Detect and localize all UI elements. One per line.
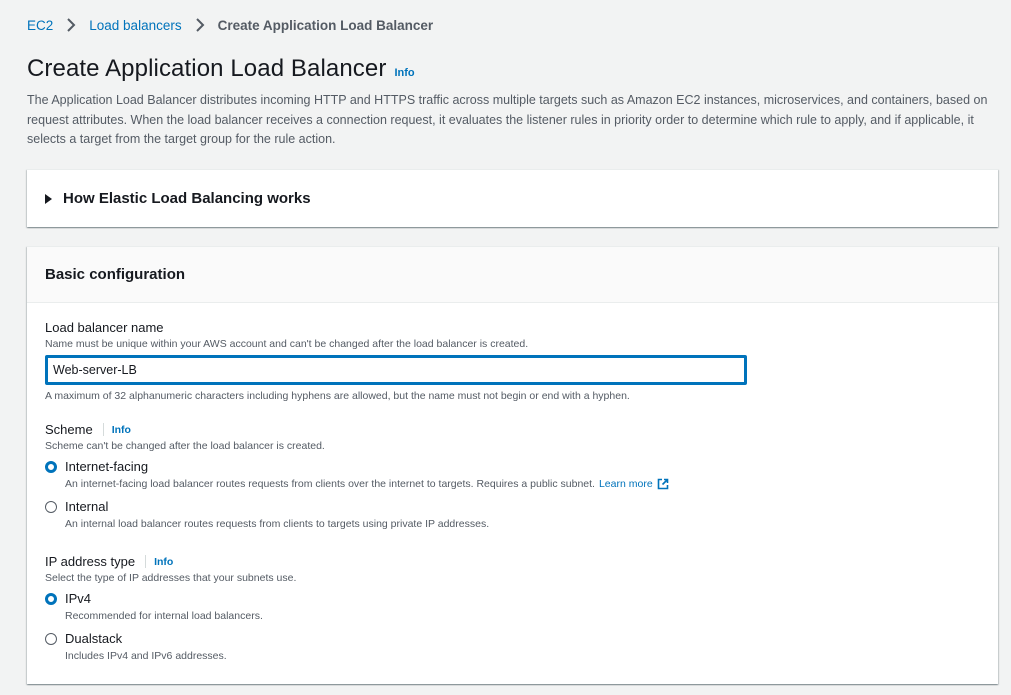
lb-name-input[interactable]	[45, 355, 747, 385]
scheme-description: Scheme can't be changed after the load b…	[45, 440, 325, 452]
lb-name-constraint: A maximum of 32 alphanumeric characters …	[45, 390, 630, 402]
divider	[145, 555, 147, 568]
lb-name-label: Load balancer name	[45, 320, 164, 335]
chevron-right-icon	[190, 17, 210, 33]
learn-more-link[interactable]: Learn more	[599, 478, 669, 490]
ip-address-type-field: IP address type Info Select the type of …	[45, 554, 296, 662]
how-it-works-title: How Elastic Load Balancing works	[63, 190, 311, 207]
internet-facing-description: An internet-facing load balancer routes …	[65, 478, 669, 490]
caret-right-icon	[45, 193, 52, 204]
page-header: Create Application Load Balancer Info	[27, 55, 415, 83]
how-it-works-toggle[interactable]: How Elastic Load Balancing works	[27, 170, 998, 227]
ip-type-label-row: IP address type Info	[45, 554, 296, 569]
dualstack-description: Includes IPv4 and IPv6 addresses.	[65, 650, 227, 662]
internet-facing-desc-text: An internet-facing load balancer routes …	[65, 478, 595, 490]
breadcrumb-current: Create Application Load Balancer	[217, 17, 434, 33]
ipv4-description: Recommended for internal load balancers.	[65, 610, 263, 622]
basic-configuration-header: Basic configuration	[27, 247, 998, 303]
page-title: Create Application Load Balancer	[27, 55, 387, 82]
radio-internal[interactable]	[45, 501, 57, 513]
ip-type-description: Select the type of IP addresses that you…	[45, 572, 297, 584]
breadcrumb-ec2[interactable]: EC2	[27, 18, 53, 33]
external-link-icon	[657, 478, 669, 490]
scheme-option-internal[interactable]: Internal An internal load balancer route…	[45, 499, 669, 530]
scheme-field: Scheme Info Scheme can't be changed afte…	[45, 422, 669, 530]
scheme-info-link[interactable]: Info	[112, 424, 131, 436]
learn-more-label: Learn more	[598, 478, 653, 490]
internal-label: Internal	[65, 499, 109, 514]
ipv4-label: IPv4	[65, 591, 92, 606]
scheme-label-row: Scheme Info	[45, 422, 669, 437]
dualstack-label: Dualstack	[65, 631, 123, 646]
how-it-works-panel: How Elastic Load Balancing works	[27, 169, 998, 227]
ip-type-option-dualstack[interactable]: Dualstack Includes IPv4 and IPv6 address…	[45, 631, 296, 662]
divider	[102, 423, 104, 436]
breadcrumb: EC2 Load balancers Create Application Lo…	[27, 17, 433, 33]
scheme-option-internet-facing[interactable]: Internet-facing An internet-facing load …	[45, 459, 669, 490]
title-info-link[interactable]: Info	[394, 67, 414, 79]
internet-facing-label: Internet-facing	[65, 459, 149, 474]
scheme-label: Scheme	[45, 422, 93, 437]
ip-type-label: IP address type	[45, 554, 136, 569]
basic-configuration-title: Basic configuration	[45, 266, 186, 283]
lb-name-description: Name must be unique within your AWS acco…	[45, 338, 529, 350]
radio-dualstack[interactable]	[45, 633, 57, 645]
lb-name-field: Load balancer name Name must be unique w…	[45, 320, 747, 402]
radio-ipv4[interactable]	[45, 593, 57, 605]
basic-configuration-panel: Basic configuration Load balancer name N…	[27, 246, 998, 684]
radio-internet-facing[interactable]	[45, 461, 57, 473]
breadcrumb-load-balancers[interactable]: Load balancers	[89, 18, 181, 33]
internal-description: An internal load balancer routes request…	[65, 518, 490, 530]
ip-type-info-link[interactable]: Info	[154, 556, 173, 568]
page-description: The Application Load Balancer distribute…	[27, 93, 988, 146]
chevron-right-icon	[61, 17, 81, 33]
ip-type-option-ipv4[interactable]: IPv4 Recommended for internal load balan…	[45, 591, 296, 622]
